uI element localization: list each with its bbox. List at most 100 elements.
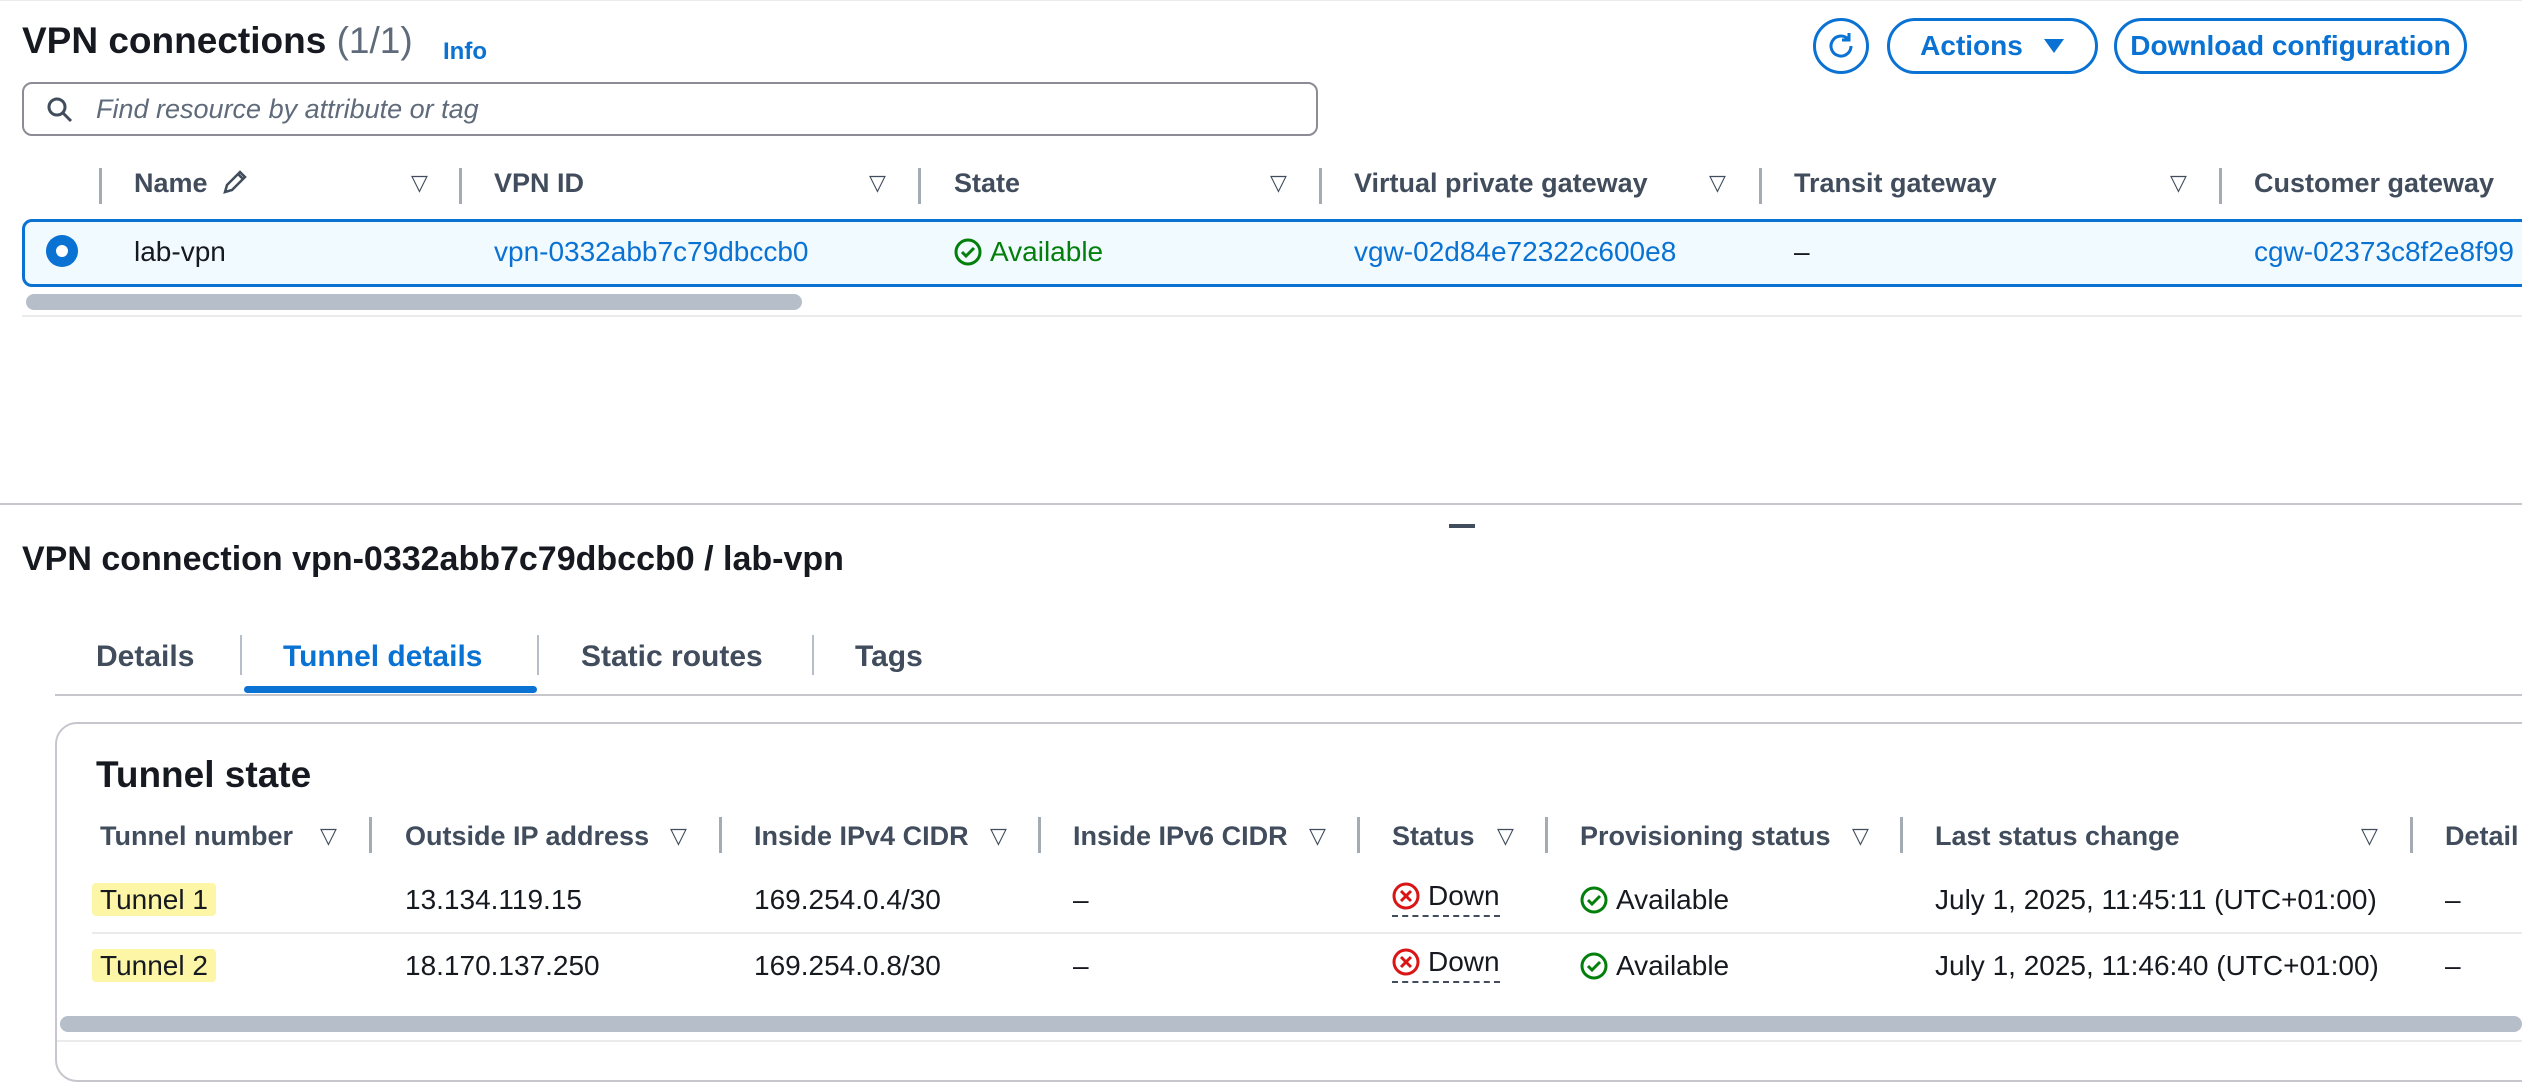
info-link[interactable]: Info (443, 38, 487, 66)
sort-icon[interactable]: ▽ (2170, 170, 2187, 196)
tab-tunnel-details[interactable]: Tunnel details (283, 640, 482, 674)
tab-tags[interactable]: Tags (855, 640, 923, 674)
column-header-inside-ipv6[interactable]: Inside IPv6 CIDR (1073, 821, 1288, 852)
actions-label: Actions (1920, 30, 2023, 61)
column-header-vpn-id[interactable]: VPN ID (494, 168, 584, 199)
cgw-link[interactable]: cgw-02373c8f2e8f99 (2254, 236, 2514, 268)
column-divider (2410, 817, 2413, 853)
column-header-customer-gateway[interactable]: Customer gateway (2254, 168, 2494, 199)
last-status-change-cell: July 1, 2025, 11:46:40 (UTC+01:00) (1935, 950, 2379, 981)
tab-divider (240, 635, 242, 675)
sort-icon[interactable]: ▽ (1270, 170, 1287, 196)
column-divider (1357, 817, 1360, 853)
status-popover-trigger[interactable]: Down (1392, 880, 1500, 917)
column-header-provisioning-status[interactable]: Provisioning status (1580, 821, 1831, 852)
page-title: VPN connections (1/1) (22, 20, 413, 62)
column-divider (99, 168, 102, 204)
tab-details[interactable]: Details (96, 640, 194, 674)
status-cell[interactable]: Down (1392, 880, 1500, 917)
sort-icon[interactable]: ▽ (670, 823, 687, 849)
horizontal-scrollbar[interactable] (26, 294, 802, 310)
refresh-button[interactable] (1813, 18, 1869, 74)
column-divider (1319, 168, 1322, 204)
outside-ip-cell: 13.134.119.15 (405, 884, 582, 915)
column-divider (369, 817, 372, 853)
row-divider (92, 932, 2522, 934)
vgw-link[interactable]: vgw-02d84e72322c600e8 (1354, 236, 1676, 268)
column-divider (1545, 817, 1548, 853)
sort-icon[interactable]: ▽ (1309, 823, 1326, 849)
inside-ipv6-cell: – (1073, 950, 1089, 981)
tunnel-badge: Tunnel 2 (92, 949, 216, 982)
active-tab-indicator (244, 686, 537, 693)
caret-down-icon (2043, 39, 2064, 53)
refresh-icon (1829, 33, 1853, 58)
vpn-id-link[interactable]: vpn-0332abb7c79dbccb0 (494, 236, 808, 268)
table-row[interactable] (22, 219, 2522, 287)
column-header-tunnel-number[interactable]: Tunnel number (100, 821, 293, 852)
check-circle-icon (1580, 886, 1608, 914)
detail-cell: – (2445, 950, 2461, 981)
tunnel-state-title: Tunnel state (96, 754, 312, 795)
search-icon (47, 97, 73, 123)
provisioning-text: Available (1616, 950, 1730, 981)
status-text: Down (1428, 946, 1500, 977)
state-cell: Available (954, 236, 1103, 268)
column-header-last-status-change[interactable]: Last status change (1935, 821, 2180, 852)
check-circle-icon (954, 238, 982, 266)
status-cell[interactable]: Down (1392, 946, 1500, 983)
status-popover-trigger[interactable]: Down (1392, 946, 1500, 983)
column-divider (459, 168, 462, 204)
inside-ipv4-cell: 169.254.0.4/30 (754, 884, 941, 915)
sort-icon[interactable]: ▽ (869, 170, 886, 196)
error-circle-icon (1392, 882, 1420, 910)
tunnel-badge: Tunnel 1 (92, 883, 216, 916)
last-status-change-cell: July 1, 2025, 11:45:11 (UTC+01:00) (1935, 884, 2377, 915)
detail-cell: – (2445, 884, 2461, 915)
column-header-label: Name (134, 168, 208, 198)
column-header-virtual-private-gateway[interactable]: Virtual private gateway (1354, 168, 1648, 199)
column-divider (2219, 168, 2222, 204)
column-header-status[interactable]: Status (1392, 821, 1475, 852)
row-radio-button[interactable] (46, 235, 78, 267)
sort-icon[interactable]: ▽ (990, 823, 1007, 849)
sort-icon[interactable]: ▽ (1497, 823, 1514, 849)
column-header-detail[interactable]: Detail (2445, 821, 2519, 852)
tab-divider (812, 635, 814, 675)
column-divider (1038, 817, 1041, 853)
resize-handle[interactable] (1449, 524, 1475, 528)
sort-icon[interactable]: ▽ (320, 823, 337, 849)
state-text: Available (990, 236, 1104, 267)
horizontal-scrollbar[interactable] (60, 1016, 2522, 1032)
provisioning-text: Available (1616, 884, 1730, 915)
error-circle-icon (1392, 948, 1420, 976)
sort-icon[interactable]: ▽ (1852, 823, 1869, 849)
cell-transit-gateway: – (1794, 236, 1810, 267)
sort-icon[interactable]: ▽ (2361, 823, 2378, 849)
divider (22, 315, 2522, 317)
provisioning-cell: Available (1580, 950, 1729, 982)
search-input[interactable]: Find resource by attribute or tag (22, 82, 1318, 136)
check-circle-icon (1580, 952, 1608, 980)
column-divider (1900, 817, 1903, 853)
outside-ip-cell: 18.170.137.250 (405, 950, 600, 981)
column-header-inside-ipv4[interactable]: Inside IPv4 CIDR (754, 821, 969, 852)
column-header-name[interactable]: Name (134, 168, 249, 199)
download-configuration-button[interactable]: Download configuration (2114, 18, 2467, 74)
sort-icon[interactable]: ▽ (411, 170, 428, 196)
detail-title: VPN connection vpn-0332abb7c79dbccb0 / l… (22, 540, 844, 578)
tab-static-routes[interactable]: Static routes (581, 640, 763, 674)
column-header-outside-ip[interactable]: Outside IP address (405, 821, 649, 852)
column-header-transit-gateway[interactable]: Transit gateway (1794, 168, 1997, 199)
column-header-state[interactable]: State (954, 168, 1020, 199)
split-panel-divider (0, 503, 2522, 505)
actions-button[interactable]: Actions (1887, 18, 2098, 74)
tunnel-number-cell: Tunnel 1 (92, 883, 216, 916)
cell-name: lab-vpn (134, 236, 226, 267)
sort-icon[interactable]: ▽ (1709, 170, 1726, 196)
page-title-text: VPN connections (22, 20, 327, 61)
divider (57, 1040, 2522, 1042)
inside-ipv4-cell: 169.254.0.8/30 (754, 950, 941, 981)
column-divider (918, 168, 921, 204)
tunnel-number-cell: Tunnel 2 (92, 949, 216, 982)
